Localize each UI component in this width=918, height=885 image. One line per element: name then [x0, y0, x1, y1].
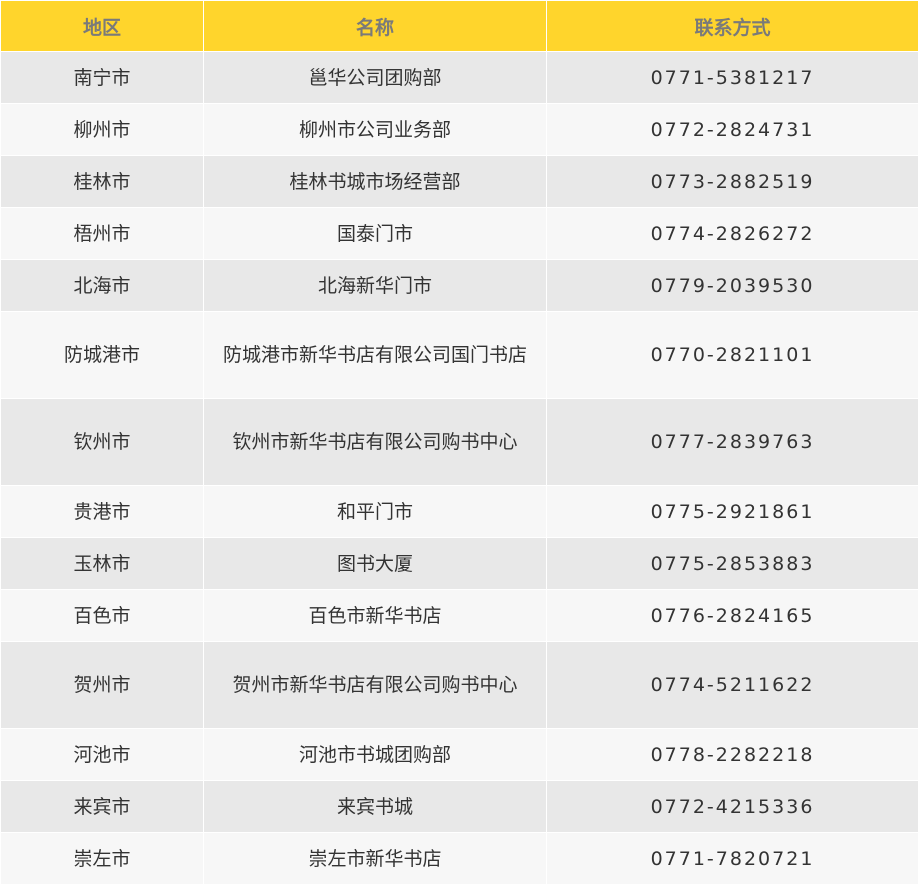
name-text: 桂林书城市场经营部 — [289, 164, 460, 200]
name-cell: 河池市书城团购部 — [204, 729, 547, 781]
table-row: 贵港市 和平门市 0775-2921861 — [1, 486, 918, 538]
table-row: 来宾市 来宾书城 0772-4215336 — [1, 781, 918, 833]
name-text: 来宾书城 — [337, 789, 413, 825]
region-cell: 来宾市 — [1, 781, 204, 833]
contact-cell: 0771-7820721 — [547, 833, 918, 885]
contact-cell: 0770-2821101 — [547, 312, 918, 399]
region-cell: 玉林市 — [1, 538, 204, 590]
name-text: 百色市新华书店 — [308, 598, 441, 634]
name-text: 北海新华门市 — [318, 268, 432, 304]
table-row: 桂林市 桂林书城市场经营部 0773-2882519 — [1, 156, 918, 208]
name-cell: 图书大厦 — [204, 538, 547, 590]
name-text: 贺州市新华书店有限公司购书中心 — [232, 667, 517, 703]
region-cell: 北海市 — [1, 260, 204, 312]
name-cell: 防城港市新华书店有限公司国门书店 — [204, 312, 547, 399]
region-cell: 柳州市 — [1, 104, 204, 156]
table-body: 南宁市 邕华公司团购部 0771-5381217 柳州市 柳州市公司业务部 07… — [1, 52, 918, 885]
header-name: 名称 — [204, 1, 547, 52]
contact-cell: 0779-2039530 — [547, 260, 918, 312]
name-cell: 钦州市新华书店有限公司购书中心 — [204, 399, 547, 486]
name-cell: 和平门市 — [204, 486, 547, 538]
table-header: 地区 名称 联系方式 — [1, 1, 918, 52]
name-text: 邕华公司团购部 — [308, 60, 441, 96]
contact-cell: 0778-2282218 — [547, 729, 918, 781]
name-text: 和平门市 — [337, 494, 413, 530]
name-text: 国泰门市 — [337, 216, 413, 252]
table-row: 崇左市 崇左市新华书店 0771-7820721 — [1, 833, 918, 885]
table-row: 玉林市 图书大厦 0775-2853883 — [1, 538, 918, 590]
header-region: 地区 — [1, 1, 204, 52]
contact-cell: 0772-2824731 — [547, 104, 918, 156]
name-cell: 来宾书城 — [204, 781, 547, 833]
contact-cell: 0774-5211622 — [547, 642, 918, 729]
name-cell: 百色市新华书店 — [204, 590, 547, 642]
contact-cell: 0774-2826272 — [547, 208, 918, 260]
contact-cell: 0773-2882519 — [547, 156, 918, 208]
region-cell: 梧州市 — [1, 208, 204, 260]
name-text: 防城港市新华书店有限公司国门书店 — [223, 337, 527, 373]
table-row: 北海市 北海新华门市 0779-2039530 — [1, 260, 918, 312]
store-contact-table: 地区 名称 联系方式 南宁市 邕华公司团购部 0771-5381217 柳州市 … — [0, 0, 918, 885]
region-cell: 防城港市 — [1, 312, 204, 399]
table-row: 梧州市 国泰门市 0774-2826272 — [1, 208, 918, 260]
name-cell: 北海新华门市 — [204, 260, 547, 312]
region-cell: 贺州市 — [1, 642, 204, 729]
table-row: 河池市 河池市书城团购部 0778-2282218 — [1, 729, 918, 781]
name-cell: 桂林书城市场经营部 — [204, 156, 547, 208]
contact-cell: 0777-2839763 — [547, 399, 918, 486]
name-text: 钦州市新华书店有限公司购书中心 — [232, 424, 517, 460]
region-cell: 贵港市 — [1, 486, 204, 538]
region-cell: 崇左市 — [1, 833, 204, 885]
table-row: 贺州市 贺州市新华书店有限公司购书中心 0774-5211622 — [1, 642, 918, 729]
contact-cell: 0775-2853883 — [547, 538, 918, 590]
contact-cell: 0771-5381217 — [547, 52, 918, 104]
region-cell: 南宁市 — [1, 52, 204, 104]
table-row: 百色市 百色市新华书店 0776-2824165 — [1, 590, 918, 642]
contact-cell: 0775-2921861 — [547, 486, 918, 538]
name-cell: 邕华公司团购部 — [204, 52, 547, 104]
name-text: 崇左市新华书店 — [308, 841, 441, 877]
name-cell: 崇左市新华书店 — [204, 833, 547, 885]
name-cell: 贺州市新华书店有限公司购书中心 — [204, 642, 547, 729]
header-row: 地区 名称 联系方式 — [1, 1, 918, 52]
table-row: 柳州市 柳州市公司业务部 0772-2824731 — [1, 104, 918, 156]
name-cell: 国泰门市 — [204, 208, 547, 260]
region-cell: 河池市 — [1, 729, 204, 781]
name-cell: 柳州市公司业务部 — [204, 104, 547, 156]
region-cell: 钦州市 — [1, 399, 204, 486]
table-row: 防城港市 防城港市新华书店有限公司国门书店 0770-2821101 — [1, 312, 918, 399]
table-row: 钦州市 钦州市新华书店有限公司购书中心 0777-2839763 — [1, 399, 918, 486]
header-contact: 联系方式 — [547, 1, 918, 52]
region-cell: 百色市 — [1, 590, 204, 642]
name-text: 河池市书城团购部 — [299, 737, 451, 773]
contact-cell: 0772-4215336 — [547, 781, 918, 833]
name-text: 柳州市公司业务部 — [299, 112, 451, 148]
contact-cell: 0776-2824165 — [547, 590, 918, 642]
table-row: 南宁市 邕华公司团购部 0771-5381217 — [1, 52, 918, 104]
region-cell: 桂林市 — [1, 156, 204, 208]
name-text: 图书大厦 — [337, 546, 413, 582]
